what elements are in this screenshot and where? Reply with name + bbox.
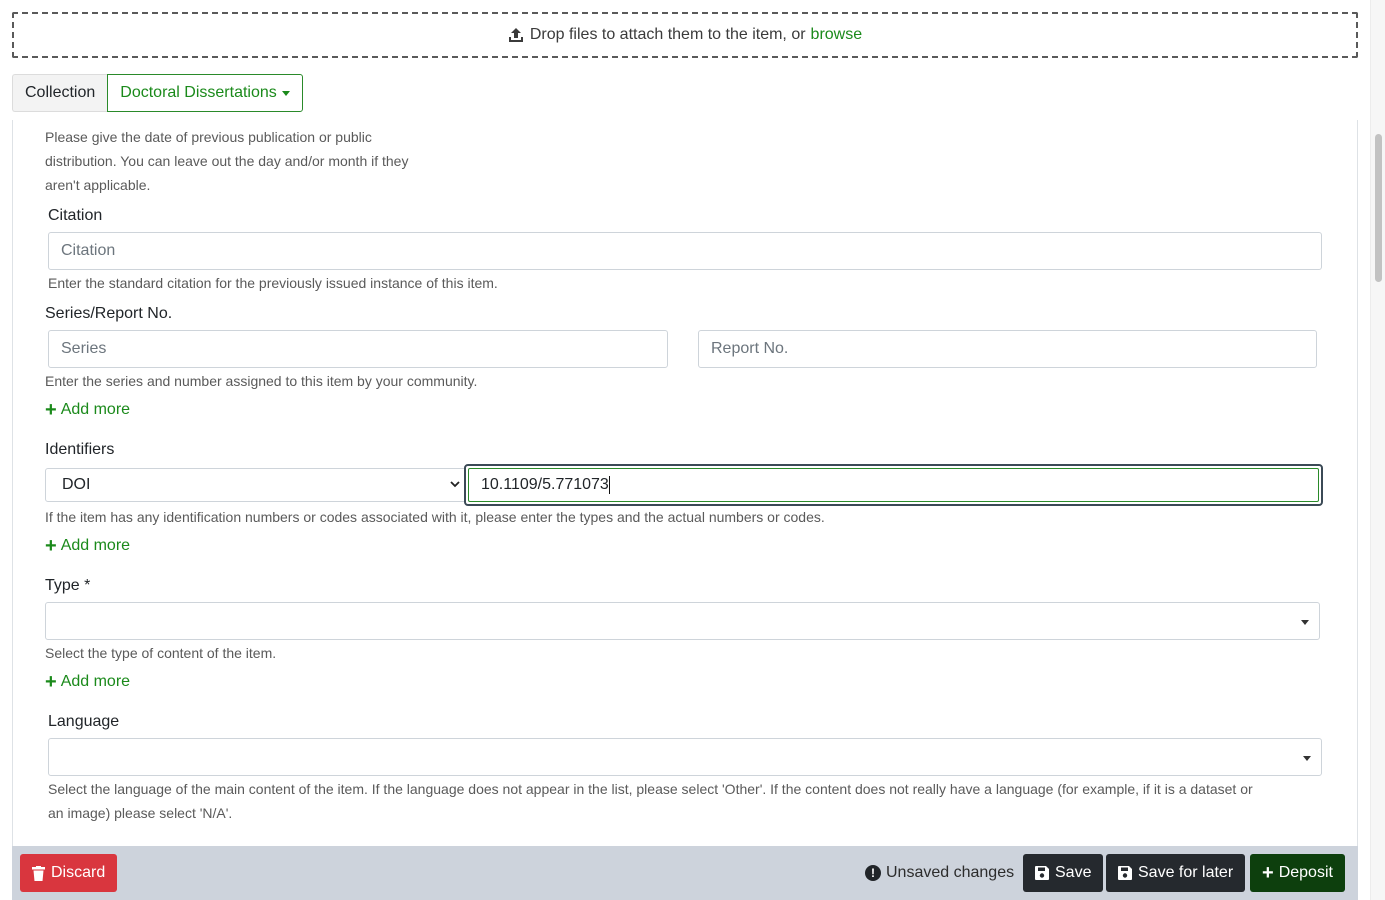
- identifiers-help: If the item has any identification numbe…: [45, 509, 825, 525]
- add-more-label: Add more: [60, 537, 131, 554]
- plus-icon: +: [1262, 862, 1274, 884]
- upload-icon: [508, 27, 524, 43]
- floppy-disk-icon: [1118, 866, 1132, 880]
- identifiers-label: Identifiers: [45, 441, 115, 458]
- identifier-value: 10.1109/5.771073: [481, 476, 609, 493]
- caret-down-icon: [281, 90, 290, 96]
- language-label: Language: [48, 713, 120, 730]
- language-help-line: an image) please select 'N/A'.: [48, 805, 233, 821]
- series-label: Series/Report No.: [45, 305, 173, 322]
- date-help-line: Please give the date of previous publica…: [45, 129, 372, 145]
- chevron-down-icon: [450, 477, 460, 496]
- save-label: Save: [1055, 864, 1092, 881]
- date-help-line: aren't applicable.: [45, 177, 151, 193]
- language-select[interactable]: [48, 738, 1322, 776]
- series-help: Enter the series and number assigned to …: [45, 373, 478, 389]
- discard-label: Discard: [51, 864, 106, 881]
- trash-icon: [32, 865, 45, 881]
- date-help-line: distribution. You can leave out the day …: [45, 153, 409, 169]
- caret-down-icon: [1301, 620, 1309, 625]
- add-more-label: Add more: [60, 673, 131, 690]
- exclamation-circle-icon: !: [865, 865, 881, 881]
- type-help: Select the type of content of the item.: [45, 645, 277, 661]
- plus-icon: +: [45, 535, 57, 557]
- citation-input[interactable]: Citation: [48, 232, 1322, 270]
- identifier-type-value: DOI: [62, 476, 91, 493]
- identifier-value-inner[interactable]: 10.1109/5.771073: [468, 468, 1319, 502]
- collection-value: Doctoral Dissertations: [120, 84, 277, 101]
- plus-icon: +: [45, 399, 57, 421]
- citation-placeholder: Citation: [61, 242, 116, 259]
- date-help: Please give the date of previous publica…: [45, 125, 445, 197]
- plus-icon: +: [45, 671, 57, 693]
- scrollbar-thumb[interactable]: [1375, 134, 1382, 282]
- language-help: Select the language of the main content …: [48, 777, 1318, 825]
- series-add-more-button[interactable]: + Add more: [45, 400, 130, 420]
- report-number-placeholder: Report No.: [711, 340, 789, 357]
- page-scrollbar[interactable]: [1370, 0, 1385, 900]
- save-for-later-label: Save for later: [1138, 864, 1234, 881]
- text-cursor: [608, 476, 610, 494]
- collection-label: Collection: [12, 74, 108, 112]
- floppy-disk-icon: [1035, 866, 1049, 880]
- collection-dropdown-button[interactable]: Doctoral Dissertations: [107, 74, 303, 112]
- identifier-type-select[interactable]: DOI: [45, 468, 467, 502]
- identifiers-add-more-button[interactable]: + Add more: [45, 536, 130, 556]
- dropzone-text: Drop files to attach them to the item, o…: [529, 26, 806, 43]
- submission-footer: Discard ! Unsaved changes Save Save for …: [12, 846, 1358, 900]
- caret-down-icon: [1303, 756, 1311, 761]
- type-select[interactable]: [45, 602, 1320, 640]
- submission-form: Please give the date of previous publica…: [12, 120, 1358, 846]
- type-label: Type *: [45, 577, 91, 594]
- series-placeholder: Series: [61, 340, 107, 357]
- file-dropzone[interactable]: Drop files to attach them to the item, o…: [12, 12, 1358, 58]
- add-more-label: Add more: [60, 401, 131, 418]
- browse-link[interactable]: browse: [811, 26, 863, 44]
- save-button[interactable]: Save: [1023, 854, 1104, 892]
- identifier-value-field[interactable]: 10.1109/5.771073: [464, 464, 1323, 506]
- series-input[interactable]: Series: [48, 330, 668, 368]
- unsaved-text: Unsaved changes: [886, 864, 1015, 881]
- save-for-later-button[interactable]: Save for later: [1106, 854, 1246, 892]
- type-add-more-button[interactable]: + Add more: [45, 672, 130, 692]
- discard-button[interactable]: Discard: [20, 854, 118, 892]
- language-help-line: Select the language of the main content …: [48, 781, 1253, 797]
- deposit-button[interactable]: + Deposit: [1250, 854, 1345, 892]
- unsaved-changes-status: ! Unsaved changes: [865, 854, 1014, 892]
- report-number-input[interactable]: Report No.: [698, 330, 1317, 368]
- citation-label: Citation: [48, 207, 103, 224]
- deposit-label: Deposit: [1278, 864, 1333, 881]
- collection-selector: Collection Doctoral Dissertations: [12, 74, 303, 112]
- citation-help: Enter the standard citation for the prev…: [48, 275, 498, 291]
